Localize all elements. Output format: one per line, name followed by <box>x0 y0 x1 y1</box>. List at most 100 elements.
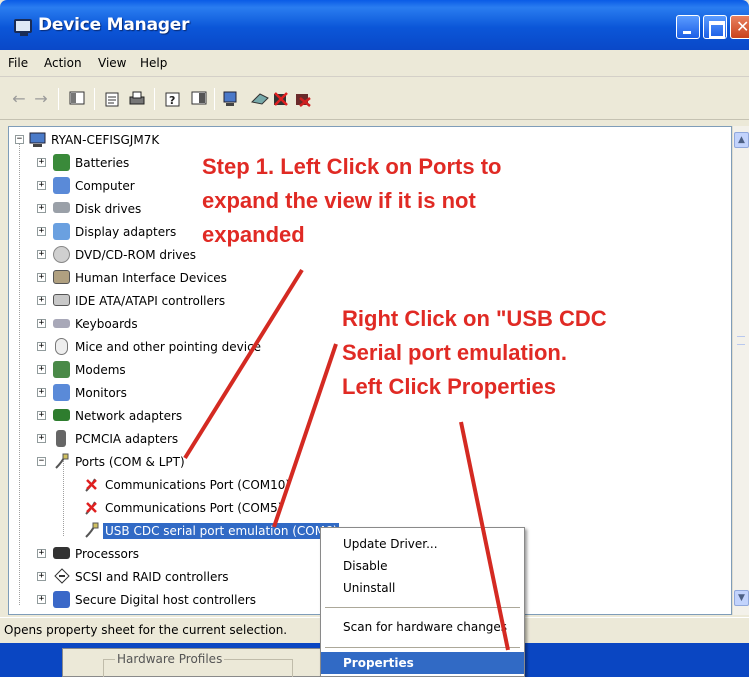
tree-item-label: Ports (COM & LPT) <box>75 455 185 469</box>
expand-toggle[interactable]: + <box>37 388 46 397</box>
tree-item-label: Keyboards <box>75 317 138 331</box>
tree-item-dvd-cdrom[interactable]: + DVD/CD-ROM drives <box>9 245 209 267</box>
tree-root-label: RYAN-CEFISGJM7K <box>51 133 160 147</box>
expand-toggle[interactable]: + <box>37 342 46 351</box>
expand-toggle[interactable]: + <box>37 250 46 259</box>
tree-item-usb-cdc[interactable]: USB CDC serial port emulation (COM6) <box>9 521 340 543</box>
print-icon[interactable] <box>128 90 146 108</box>
tree-item-label: SCSI and RAID controllers <box>75 570 229 584</box>
tree-item-label-selected: USB CDC serial port emulation (COM6) <box>103 523 340 539</box>
tree-item-label: Batteries <box>75 156 130 170</box>
uninstall-icon[interactable] <box>294 90 312 108</box>
menu-file[interactable]: File <box>8 56 28 70</box>
window-title: Device Manager <box>38 15 190 35</box>
expand-toggle[interactable]: + <box>37 319 46 328</box>
expand-toggle[interactable]: + <box>37 227 46 236</box>
tree-item-label: Human Interface Devices <box>75 271 227 285</box>
annotation-step2: Right Click on "USB CDC Serial port emul… <box>342 302 607 404</box>
expand-toggle[interactable]: + <box>37 181 46 190</box>
toolbar: ← → ? <box>0 78 749 120</box>
forward-icon[interactable]: → <box>32 90 50 108</box>
modem-icon <box>53 361 70 378</box>
mouse-icon <box>55 338 68 355</box>
context-update-driver[interactable]: Update Driver... <box>321 533 524 555</box>
tree-item-ide-ata[interactable]: + IDE ATA/ATAPI controllers <box>9 291 249 313</box>
tree-item-label: PCMCIA adapters <box>75 432 179 446</box>
port-disabled-icon <box>83 499 100 516</box>
menu-help[interactable]: Help <box>140 56 167 70</box>
toolbar-separator <box>94 88 95 110</box>
expand-toggle[interactable]: + <box>37 411 46 420</box>
close-button[interactable] <box>730 15 749 39</box>
context-separator <box>325 647 520 648</box>
maximize-button[interactable] <box>703 15 727 39</box>
collapse-toggle[interactable]: − <box>15 135 24 144</box>
tree-item-label: Modems <box>75 363 126 377</box>
tree-item-disk-drives[interactable]: + Disk drives <box>9 199 209 221</box>
disable-icon[interactable] <box>272 90 290 108</box>
pcmcia-icon <box>56 430 66 447</box>
tree-item-com5[interactable]: Communications Port (COM5) <box>9 498 309 520</box>
sd-host-icon <box>53 591 70 608</box>
device-manager-app-icon <box>14 19 32 36</box>
tree-item-scsi-raid[interactable]: + SCSI and RAID controllers <box>9 567 269 589</box>
computer-icon <box>29 131 46 148</box>
scan-icon[interactable] <box>222 90 240 108</box>
tree-item-keyboards[interactable]: + Keyboards <box>9 314 209 336</box>
context-uninstall[interactable]: Uninstall <box>321 577 524 599</box>
expand-toggle[interactable]: + <box>37 273 46 282</box>
tree-root[interactable]: − RYAN-CEFISGJM7K <box>9 130 309 152</box>
expand-toggle[interactable]: + <box>37 365 46 374</box>
port-plug-icon <box>83 522 100 539</box>
tree-item-mice[interactable]: + Mice and other pointing device <box>9 337 269 359</box>
tree-item-display-adapters[interactable]: + Display adapters <box>9 222 209 244</box>
menu-view[interactable]: View <box>98 56 126 70</box>
context-separator <box>325 607 520 608</box>
annotation-line: Right Click on "USB CDC <box>342 306 607 331</box>
title-bar[interactable]: Device Manager <box>0 0 749 50</box>
tree-item-ports[interactable]: − Ports (COM & LPT) <box>9 452 209 474</box>
view-icon[interactable] <box>190 90 208 108</box>
context-disable[interactable]: Disable <box>321 555 524 577</box>
svg-text:?: ? <box>169 94 175 107</box>
tree-item-sd-host[interactable]: + Secure Digital host controllers <box>9 590 289 612</box>
tree-item-network-adapters[interactable]: + Network adapters <box>9 406 209 428</box>
context-properties[interactable]: Properties <box>321 652 524 674</box>
console-tree-icon[interactable] <box>68 90 86 108</box>
computer-icon <box>53 177 70 194</box>
tree-item-batteries[interactable]: + Batteries <box>9 153 209 175</box>
expand-toggle[interactable]: + <box>37 549 46 558</box>
annotation-line: Left Click Properties <box>342 374 556 400</box>
scroll-down-icon[interactable]: ▼ <box>734 590 749 606</box>
tree-item-label: Communications Port (COM5) <box>105 501 283 515</box>
expand-toggle[interactable]: + <box>37 434 46 443</box>
tree-item-processors[interactable]: + Processors <box>9 544 209 566</box>
tree-item-label: Monitors <box>75 386 127 400</box>
expand-toggle[interactable]: + <box>37 158 46 167</box>
expand-toggle[interactable]: + <box>37 595 46 604</box>
tree-item-monitors[interactable]: + Monitors <box>9 383 209 405</box>
tree-item-com10[interactable]: Communications Port (COM10) <box>9 475 309 497</box>
back-icon[interactable]: ← <box>10 90 28 108</box>
scroll-up-icon[interactable]: ▲ <box>734 132 749 148</box>
tree-item-modems[interactable]: + Modems <box>9 360 209 382</box>
properties-icon[interactable] <box>104 90 122 108</box>
expand-toggle[interactable]: + <box>37 572 46 581</box>
monitor-icon <box>53 384 70 401</box>
tree-item-pcmcia[interactable]: + PCMCIA adapters <box>9 429 209 451</box>
port-disabled-icon <box>83 476 100 493</box>
menu-action[interactable]: Action <box>44 56 82 70</box>
tree-item-computer[interactable]: + Computer <box>9 176 209 198</box>
context-scan-hardware[interactable]: Scan for hardware changes <box>321 616 524 638</box>
expand-toggle[interactable]: + <box>37 296 46 305</box>
collapse-toggle[interactable]: − <box>37 457 46 466</box>
annotation-line: Step 1. Left Click on Ports to <box>202 154 502 179</box>
scroll-thumb-grip[interactable] <box>737 336 745 345</box>
tree-item-label: Display adapters <box>75 225 177 239</box>
help-icon[interactable]: ? <box>164 90 182 108</box>
update-driver-icon[interactable] <box>250 90 269 108</box>
vertical-scrollbar[interactable]: ▲ ▼ <box>732 126 749 615</box>
tree-item-hid[interactable]: + Human Interface Devices <box>9 268 229 290</box>
expand-toggle[interactable]: + <box>37 204 46 213</box>
minimize-button[interactable] <box>676 15 700 39</box>
